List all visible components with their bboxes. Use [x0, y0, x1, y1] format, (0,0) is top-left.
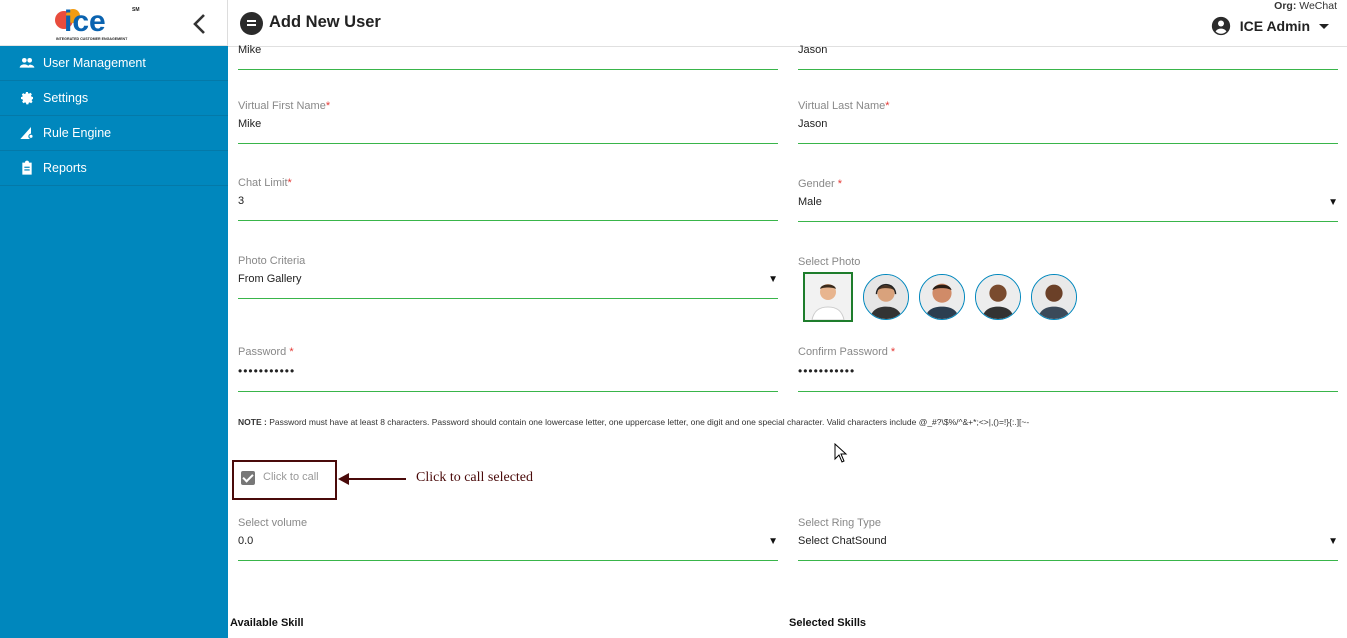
field-label: Gender * — [798, 178, 843, 190]
photo-option-3[interactable] — [919, 274, 965, 320]
user-name: ICE Admin — [1239, 18, 1310, 34]
agent-photo-icon — [805, 274, 851, 320]
annotation-highlight-box: Click to call — [232, 460, 337, 500]
dropdown-arrow-icon: ▼ — [768, 536, 778, 547]
org-indicator: Org: WeChat — [1274, 0, 1337, 12]
photo-option-5[interactable] — [1031, 274, 1077, 320]
user-menu[interactable]: ICE Admin — [1211, 16, 1329, 36]
agent-photo-icon — [1032, 275, 1076, 319]
users-icon — [19, 58, 35, 68]
sidebar-nav: User Management Settings Rule Engine Rep… — [0, 46, 228, 186]
field-label: Select volume — [238, 517, 308, 529]
agent-photo-icon — [864, 275, 908, 319]
sidebar-item-settings[interactable]: Settings — [0, 81, 228, 116]
sidebar-item-label: Reports — [43, 161, 87, 175]
first-name-field[interactable]: Mike — [238, 44, 778, 70]
confirm-password-value: ••••••••••• — [798, 364, 856, 378]
gear-icon — [21, 92, 33, 105]
field-label: Select Ring Type — [798, 517, 881, 529]
available-skill-heading: Available Skill — [230, 617, 304, 629]
agent-photo-icon — [920, 275, 964, 319]
sidebar-item-label: Settings — [43, 91, 89, 105]
agent-photo-icon — [976, 275, 1020, 319]
field-label: Chat Limit* — [238, 177, 292, 189]
org-label: Org: — [1274, 0, 1297, 12]
field-label: Password * — [238, 346, 294, 358]
collapse-sidebar-icon[interactable] — [188, 11, 212, 37]
password-value: ••••••••••• — [238, 364, 296, 378]
photo-option-2[interactable] — [863, 274, 909, 320]
logo-area: ice SM INTEGRATED CUSTOMER ENGAGEMENT — [0, 0, 228, 46]
volume-value: 0.0 — [238, 535, 254, 547]
account-circle-icon — [1211, 16, 1230, 36]
dropdown-arrow-icon: ▼ — [1328, 197, 1338, 208]
add-user-form: Mike Jason Virtual First Name* Mike Virt… — [228, 44, 1347, 638]
page-title: Add New User — [269, 13, 381, 31]
virtual-last-name-value: Jason — [798, 118, 828, 130]
click-to-call-checkbox[interactable] — [241, 471, 255, 485]
sidebar-item-reports[interactable]: Reports — [0, 151, 228, 186]
note-label: NOTE : — [238, 417, 267, 427]
dropdown-arrow-icon: ▼ — [1328, 536, 1338, 547]
select-photo-label: Select Photo — [798, 256, 861, 268]
rule-engine-icon — [20, 127, 34, 139]
virtual-first-name-field[interactable]: Virtual First Name* Mike — [238, 100, 778, 144]
dropdown-arrow-icon: ▼ — [768, 274, 778, 285]
chat-limit-field[interactable]: Chat Limit* 3 — [238, 177, 778, 221]
gender-select[interactable]: Gender * Male ▼ — [798, 178, 1338, 222]
field-label: Virtual First Name* — [238, 100, 331, 112]
field-label: Virtual Last Name* — [798, 100, 890, 112]
sidebar-item-label: Rule Engine — [43, 126, 112, 140]
top-header: Add New User Org: WeChat ICE Admin — [228, 0, 1347, 47]
photo-option-4[interactable] — [975, 274, 1021, 320]
selected-skills-heading: Selected Skills — [789, 617, 867, 629]
annotation-text: Click to call selected — [416, 470, 534, 485]
annotation-arrow-icon — [338, 473, 406, 485]
clipboard-icon — [22, 160, 32, 175]
gender-value: Male — [798, 196, 822, 208]
sidebar: ice SM INTEGRATED CUSTOMER ENGAGEMENT Us… — [0, 0, 228, 638]
virtual-first-name-value: Mike — [238, 118, 262, 130]
password-field[interactable]: Password * ••••••••••• — [238, 346, 778, 392]
ring-type-value: Select ChatSound — [798, 535, 887, 547]
photo-criteria-value: From Gallery — [238, 273, 302, 285]
last-name-value: Jason — [798, 44, 828, 56]
photo-option-1[interactable] — [803, 272, 853, 322]
last-name-field[interactable]: Jason — [798, 44, 1338, 70]
password-note: NOTE : Password must have at least 8 cha… — [238, 417, 1029, 427]
photo-gallery — [803, 272, 1087, 322]
volume-select[interactable]: Select volume 0.0 ▼ — [238, 517, 778, 561]
sidebar-item-user-management[interactable]: User Management — [0, 46, 228, 81]
field-label: Confirm Password * — [798, 346, 896, 358]
first-name-value: Mike — [238, 44, 262, 56]
photo-criteria-select[interactable]: Photo Criteria From Gallery ▼ — [238, 255, 778, 299]
click-to-call-label: Click to call — [263, 471, 319, 483]
note-text: Password must have at least 8 characters… — [269, 417, 1030, 427]
svg-text:ice: ice — [64, 5, 106, 38]
svg-text:SM: SM — [132, 7, 140, 13]
svg-text:INTEGRATED CUSTOMER ENGAGEMENT: INTEGRATED CUSTOMER ENGAGEMENT — [56, 37, 128, 41]
ring-type-select[interactable]: Select Ring Type Select ChatSound ▼ — [798, 517, 1338, 561]
chevron-down-icon — [1319, 23, 1329, 29]
field-label: Photo Criteria — [238, 255, 306, 267]
mouse-cursor-icon — [834, 443, 848, 463]
add-user-icon — [240, 12, 263, 35]
ice-logo: ice SM INTEGRATED CUSTOMER ENGAGEMENT — [55, 5, 140, 41]
confirm-password-field[interactable]: Confirm Password * ••••••••••• — [798, 346, 1338, 392]
org-value: WeChat — [1299, 0, 1337, 12]
sidebar-item-label: User Management — [43, 56, 146, 70]
virtual-last-name-field[interactable]: Virtual Last Name* Jason — [798, 100, 1338, 144]
chat-limit-value: 3 — [238, 195, 245, 207]
sidebar-item-rule-engine[interactable]: Rule Engine — [0, 116, 228, 151]
